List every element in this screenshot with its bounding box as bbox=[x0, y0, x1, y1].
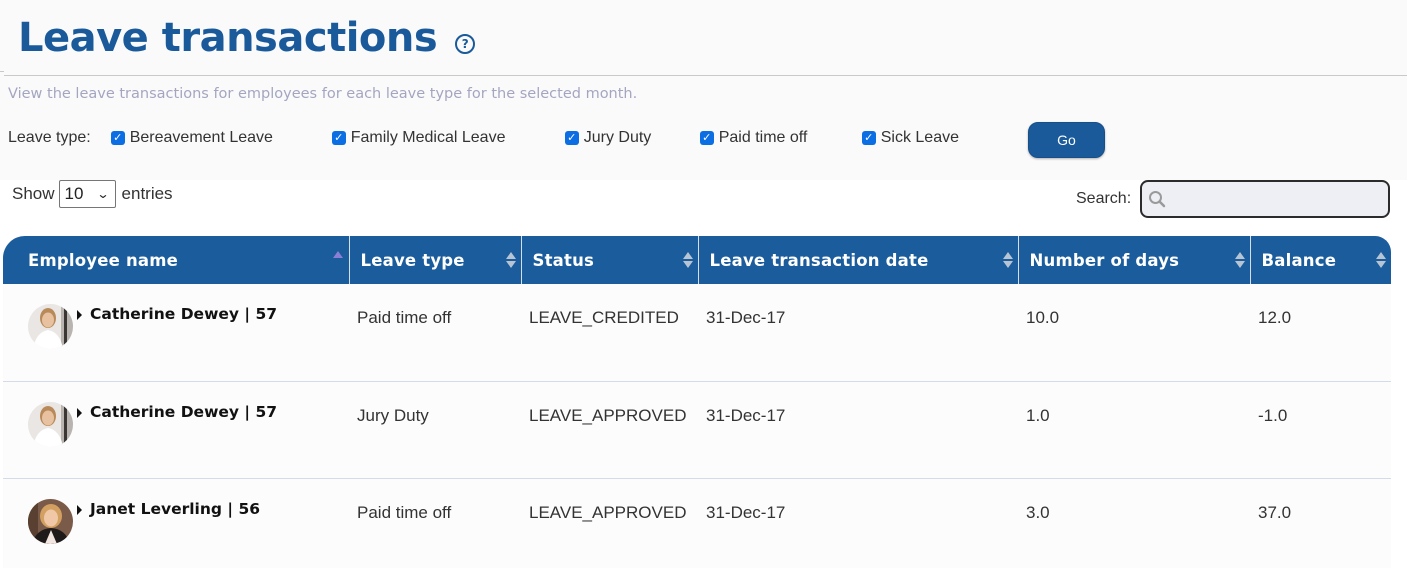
page-length-select[interactable]: 10 ⌄ bbox=[58, 180, 116, 208]
search-icon bbox=[1149, 191, 1166, 208]
expand-row-icon[interactable] bbox=[77, 310, 82, 320]
avatar bbox=[28, 401, 73, 447]
sort-icon bbox=[682, 252, 693, 268]
page-title: Leave transactions bbox=[18, 14, 438, 61]
question-circle-icon[interactable]: ? bbox=[455, 33, 476, 54]
column-label: Leave type bbox=[360, 250, 465, 270]
avatar bbox=[28, 304, 73, 349]
column-label: Balance bbox=[1261, 250, 1337, 270]
page-length-value: 10 bbox=[64, 184, 84, 203]
checkbox-label: Jury Duty bbox=[583, 129, 652, 146]
employee-cell: Janet Leverling | 56 bbox=[3, 478, 349, 568]
date-cell: 31-Dec-17 bbox=[706, 502, 786, 522]
date-cell: 31-Dec-17 bbox=[706, 308, 786, 327]
show-entries: Show 10 ⌄ entries bbox=[12, 180, 173, 208]
checkbox-bereavement-leave[interactable]: ✓ Bereavement Leave bbox=[110, 129, 332, 147]
employee-name: Janet Leverling | 56 bbox=[90, 499, 261, 518]
days-cell: 10.0 bbox=[1026, 308, 1060, 327]
status-cell: LEAVE_APPROVED bbox=[529, 502, 687, 522]
checkbox-jury-duty[interactable]: ✓ Jury Duty bbox=[564, 129, 700, 147]
days-cell: 3.0 bbox=[1026, 502, 1050, 522]
table-header-row: Employee name Leave type Status Leave tr… bbox=[3, 236, 1391, 284]
column-label: Leave transaction date bbox=[709, 250, 929, 270]
days-cell: 1.0 bbox=[1026, 405, 1050, 425]
sort-icon bbox=[1002, 252, 1013, 268]
search-input[interactable] bbox=[1140, 180, 1391, 218]
balance-cell: 12.0 bbox=[1258, 308, 1292, 327]
checkbox-paid-time-off[interactable]: ✓ Paid time off bbox=[699, 129, 862, 147]
leave-type-cell: Jury Duty bbox=[357, 405, 429, 425]
column-header-leave-type[interactable]: Leave type bbox=[349, 236, 522, 284]
table-row[interactable]: Catherine Dewey | 57 Jury Duty LEAVE_APP… bbox=[3, 381, 1391, 478]
go-button[interactable]: Go bbox=[1028, 122, 1105, 158]
checkbox-label: Bereavement Leave bbox=[129, 129, 273, 146]
column-header-employee-name[interactable]: Employee name bbox=[3, 236, 350, 284]
checkbox-checked-icon[interactable]: ✓ bbox=[699, 131, 714, 145]
checkbox-sick-leave[interactable]: ✓ Sick Leave bbox=[861, 129, 959, 147]
checkbox-checked-icon[interactable]: ✓ bbox=[861, 131, 876, 145]
checkbox-family-medical-leave[interactable]: ✓ Family Medical Leave bbox=[331, 129, 565, 147]
balance-cell: -1.0 bbox=[1258, 405, 1288, 425]
chevron-down-icon: ⌄ bbox=[96, 187, 111, 201]
entries-label: entries bbox=[121, 184, 173, 203]
column-header-leave-transaction-date[interactable]: Leave transaction date bbox=[698, 236, 1019, 284]
employee-cell: Catherine Dewey | 57 bbox=[3, 284, 349, 381]
column-header-number-of-days[interactable]: Number of days bbox=[1018, 236, 1251, 284]
page-header: Leave transactions ? bbox=[18, 10, 476, 65]
checkbox-label: Family Medical Leave bbox=[350, 129, 506, 146]
checkbox-label: Paid time off bbox=[718, 129, 808, 146]
sort-icon bbox=[1234, 252, 1245, 268]
expand-row-icon[interactable] bbox=[77, 504, 82, 515]
divider-stub bbox=[0, 71, 4, 72]
search-label: Search: bbox=[1076, 190, 1132, 207]
expand-row-icon[interactable] bbox=[77, 407, 82, 418]
table-row[interactable]: Catherine Dewey | 57 Paid time off LEAVE… bbox=[3, 284, 1391, 381]
checkbox-checked-icon[interactable]: ✓ bbox=[331, 131, 346, 145]
employee-name: Catherine Dewey | 57 bbox=[90, 305, 278, 323]
checkbox-label: Sick Leave bbox=[880, 129, 959, 146]
column-label: Status bbox=[532, 250, 595, 270]
leave-type-label: Leave type: bbox=[8, 129, 91, 146]
leave-type-cell: Paid time off bbox=[357, 308, 452, 327]
sort-icon bbox=[1376, 252, 1386, 268]
column-header-balance[interactable]: Balance bbox=[1250, 236, 1391, 284]
leave-type-filter: Leave type: ✓ Bereavement Leave ✓ Family… bbox=[8, 126, 959, 150]
checkbox-checked-icon[interactable]: ✓ bbox=[564, 131, 579, 145]
page-description: View the leave transactions for employee… bbox=[8, 86, 638, 102]
status-cell: LEAVE_CREDITED bbox=[529, 308, 679, 327]
date-cell: 31-Dec-17 bbox=[706, 405, 786, 425]
sort-ascending-icon bbox=[332, 251, 343, 258]
employee-name: Catherine Dewey | 57 bbox=[90, 402, 278, 421]
column-label: Employee name bbox=[28, 250, 179, 270]
employee-cell: Catherine Dewey | 57 bbox=[3, 381, 349, 478]
status-cell: LEAVE_APPROVED bbox=[529, 405, 687, 425]
show-label: Show bbox=[12, 184, 55, 203]
sort-icon bbox=[505, 252, 516, 268]
table-row[interactable]: Janet Leverling | 56 Paid time off LEAVE… bbox=[3, 478, 1391, 568]
header-divider bbox=[4, 75, 1407, 76]
search-area: Search: bbox=[1076, 180, 1391, 218]
column-header-status[interactable]: Status bbox=[521, 236, 699, 284]
avatar bbox=[28, 498, 73, 544]
leave-type-cell: Paid time off bbox=[357, 502, 452, 522]
leave-transactions-table: Employee name Leave type Status Leave tr… bbox=[3, 236, 1391, 568]
checkbox-checked-icon[interactable]: ✓ bbox=[110, 131, 125, 145]
column-label: Number of days bbox=[1029, 250, 1180, 270]
balance-cell: 37.0 bbox=[1258, 502, 1292, 522]
